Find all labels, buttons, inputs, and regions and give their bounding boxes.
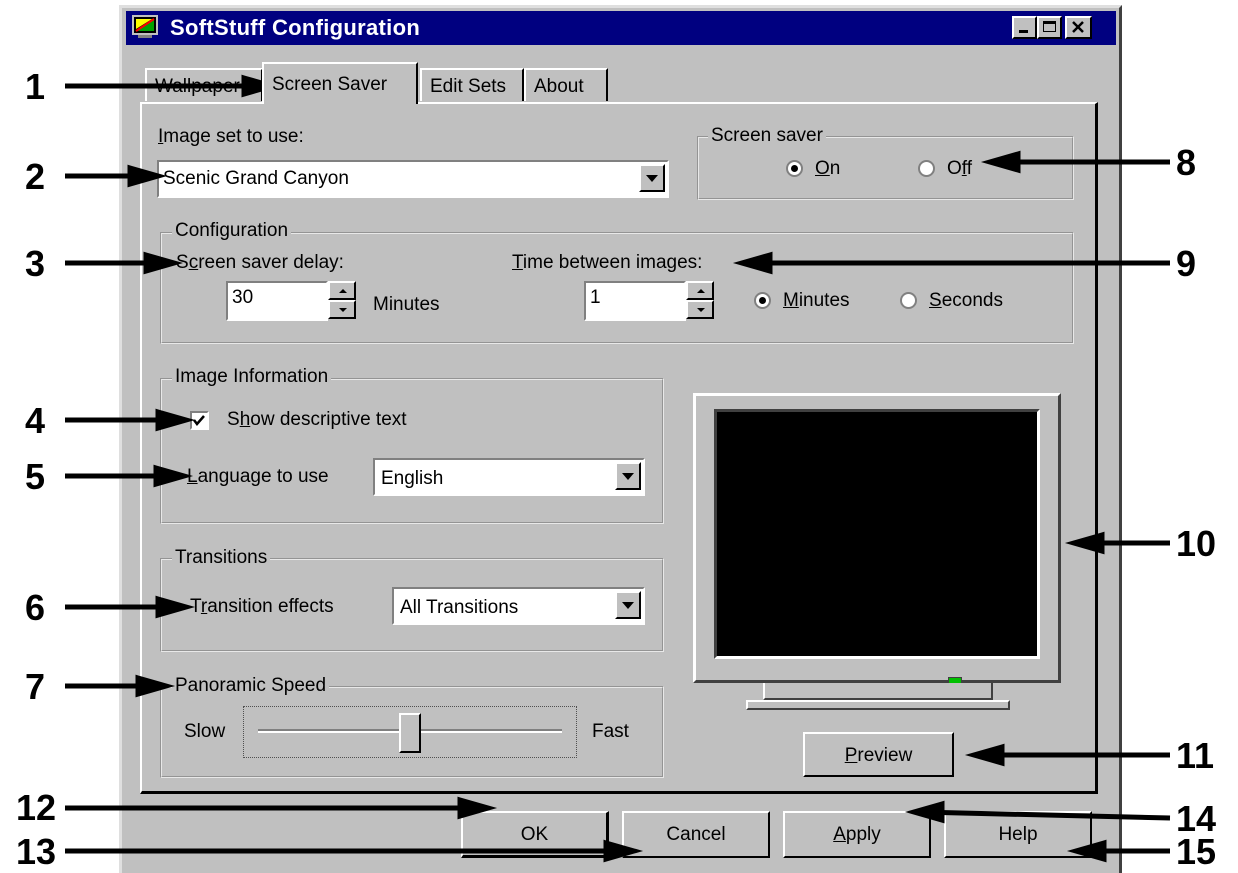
callout-number: 11 — [1176, 735, 1215, 776]
callout-number: 5 — [25, 456, 46, 497]
callout-number: 10 — [1176, 523, 1217, 564]
callout-arrow-2 — [65, 164, 168, 188]
tab-label: Screen Saver — [272, 74, 388, 95]
callout-number: 9 — [1176, 243, 1197, 284]
callout-arrow-1 — [65, 74, 282, 98]
callout-arrow-14 — [904, 800, 1171, 824]
tab-screen-saver[interactable]: Screen Saver — [262, 62, 418, 104]
callout-number: 8 — [1176, 142, 1197, 183]
callout-arrow-6 — [65, 595, 196, 619]
callout-arrow-15 — [1066, 839, 1170, 863]
callout-arrow-7 — [65, 674, 176, 698]
callout-arrow-8 — [980, 150, 1170, 174]
callout-number: 3 — [25, 243, 46, 284]
callout-arrows — [65, 74, 1171, 863]
callout-arrow-10 — [1064, 531, 1170, 555]
callout-arrow-4 — [65, 408, 196, 432]
callout-number: 6 — [25, 587, 46, 628]
callout-arrow-3 — [65, 251, 184, 275]
callout-arrow-12 — [65, 796, 498, 820]
callout-number: 1 — [25, 66, 46, 107]
callout-arrow-9 — [732, 251, 1170, 275]
callout-number: 4 — [25, 400, 46, 441]
callout-number: 7 — [25, 666, 46, 707]
callout-arrow-11 — [964, 743, 1170, 767]
callout-number: 2 — [25, 156, 46, 197]
callout-arrow-13 — [65, 839, 644, 863]
callout-number: 13 — [16, 831, 57, 872]
callout-arrow-5 — [65, 464, 194, 488]
callout-number: 15 — [1176, 831, 1217, 872]
callout-number: 12 — [16, 787, 57, 828]
